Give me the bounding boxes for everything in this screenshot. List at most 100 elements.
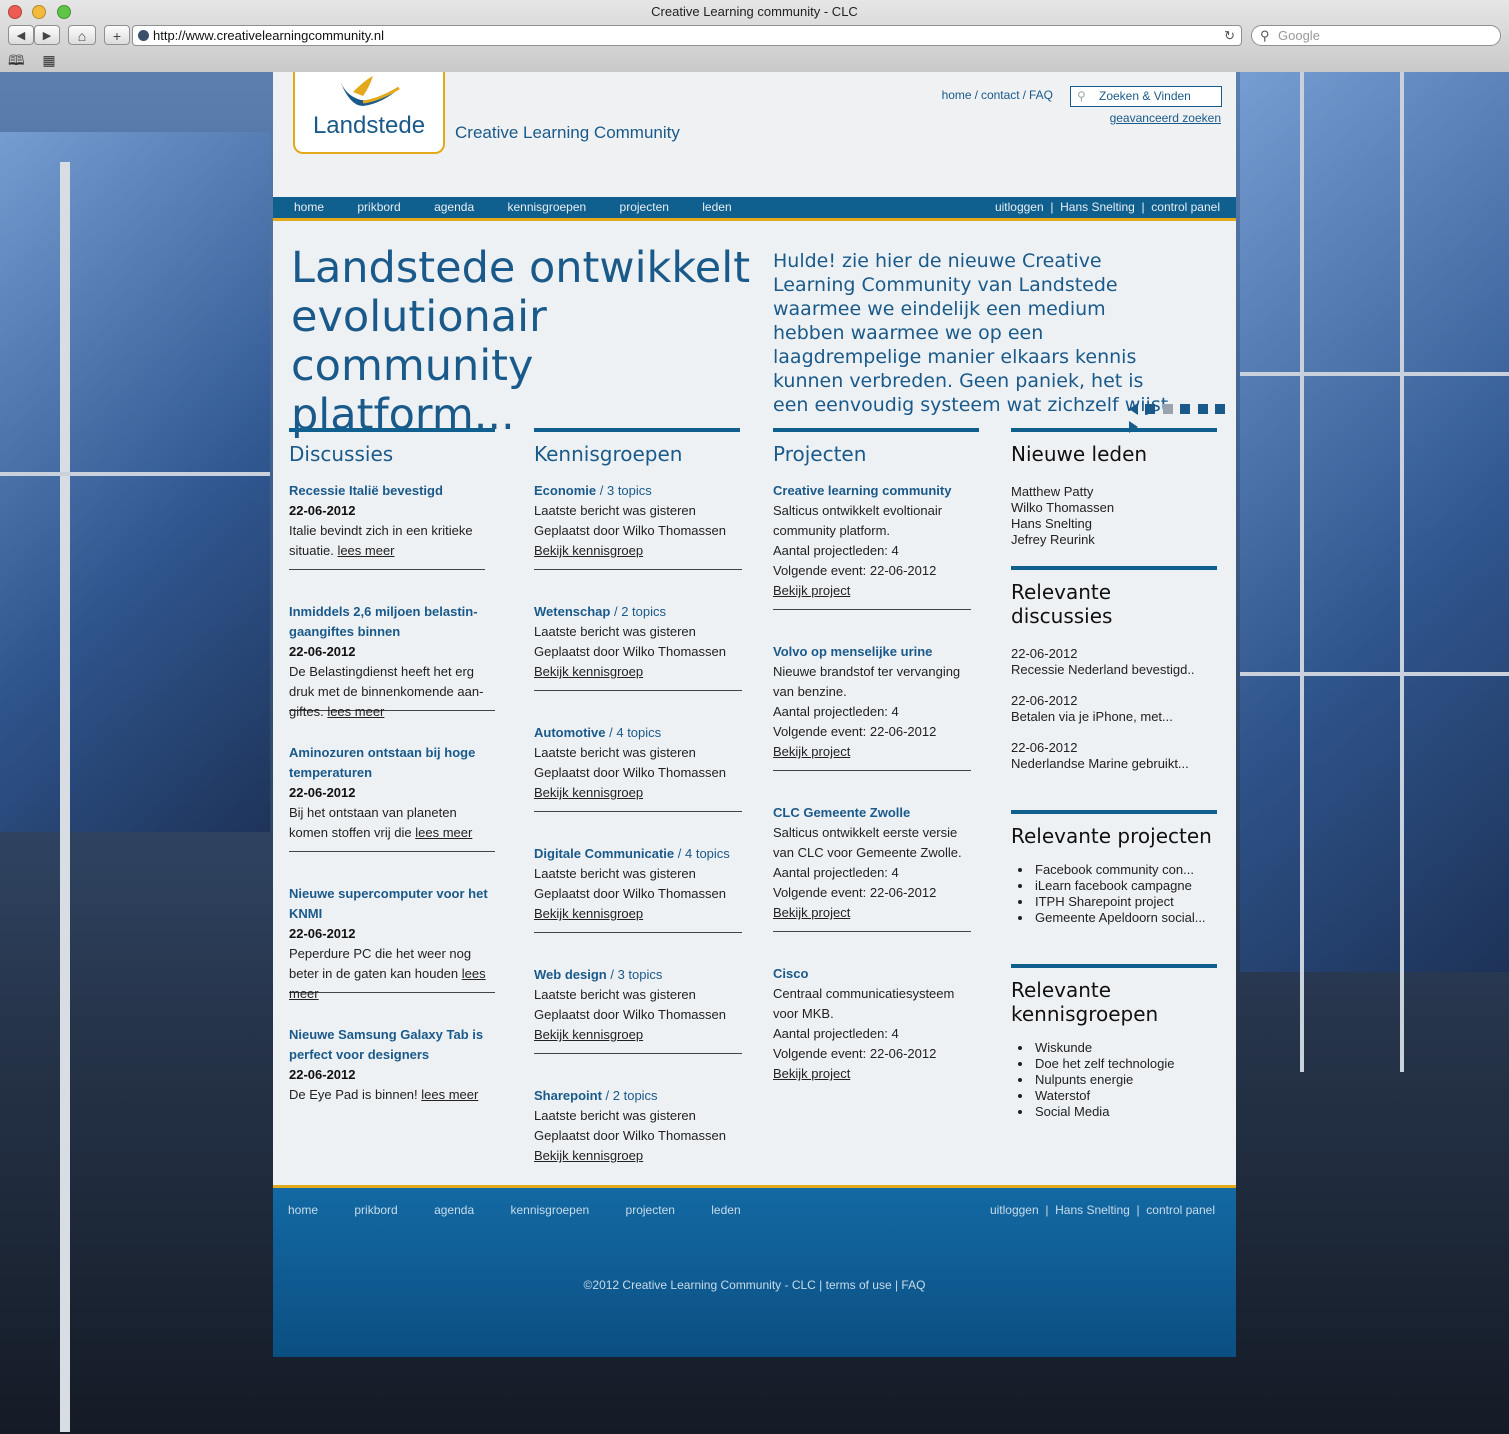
rel-group-item[interactable]: Wiskunde [1033,1040,1217,1056]
top-link-faq[interactable]: FAQ [1029,88,1053,102]
discussion-title[interactable]: Nieuwe supercomputer voor het KNMI [289,884,495,924]
site-search-input[interactable]: ⚲ Zoeken & Vinden [1070,86,1222,107]
rel-discussion-item[interactable]: 22-06-2012 Betalen via je iPhone, met... [1011,693,1217,725]
nav-prikbord[interactable]: prikbord [357,200,400,214]
address-bar[interactable]: http://www.creativelearningcommunity.nl … [132,25,1242,46]
project-members: Aantal projectleden: 4 [773,543,899,558]
discussion-title[interactable]: Inmiddels 2,6 miljoen belastin-gaangifte… [289,602,495,642]
top-sites-grid-icon[interactable]: ▦ [42,52,55,68]
view-group-link[interactable]: Bekijk kennisgroep [534,543,643,558]
member-name[interactable]: Matthew Patty [1011,484,1217,500]
read-more-link[interactable]: lees meer [327,704,384,719]
project-title[interactable]: CLC Gemeente Zwolle [773,803,979,823]
project-next-event: Volgende event: 22-06-2012 [773,724,937,739]
view-group-link[interactable]: Bekijk kennisgroep [534,906,643,921]
footer-nav-home[interactable]: home [288,1203,318,1217]
nav-kennisgroepen[interactable]: kennisgroepen [507,200,586,214]
view-project-link[interactable]: Bekijk project [773,744,850,759]
browser-search-input[interactable]: ⚲ Google [1251,25,1501,46]
project-title[interactable]: Creative learning community [773,481,979,501]
footer-logout[interactable]: uitloggen [990,1203,1039,1217]
member-name[interactable]: Jefrey Reurink [1011,532,1217,548]
read-more-link[interactable]: lees meer [337,543,394,558]
view-group-link[interactable]: Bekijk kennisgroep [534,664,643,679]
view-group-link[interactable]: Bekijk kennisgroep [534,1027,643,1042]
nav-control-panel[interactable]: control panel [1151,200,1220,214]
nav-logout[interactable]: uitloggen [995,200,1044,214]
footer-nav-leden[interactable]: leden [711,1203,740,1217]
group-item: Wetenschap / 2 topics Laatste bericht wa… [534,602,740,682]
carousel-dot[interactable] [1145,403,1156,414]
nav-user[interactable]: Hans Snelting [1060,200,1135,214]
reload-icon[interactable]: ↻ [1224,26,1235,45]
view-project-link[interactable]: Bekijk project [773,905,850,920]
view-project-link[interactable]: Bekijk project [773,1066,850,1081]
add-bookmark-button[interactable]: + [104,25,130,45]
group-title[interactable]: Economie [534,483,596,498]
footer-nav-prikbord[interactable]: prikbord [354,1203,397,1217]
discussion-title[interactable]: Aminozuren ontstaan bij hoge temperature… [289,743,495,783]
url-text: http://www.creativelearningcommunity.nl [153,28,384,43]
nav-agenda[interactable]: agenda [434,200,474,214]
top-link-contact[interactable]: contact [981,88,1020,102]
carousel-prev-icon[interactable] [1129,402,1138,415]
nav-home[interactable]: home [294,200,324,214]
carousel-dot[interactable] [1197,403,1208,414]
advanced-search-link[interactable]: geavanceerd zoeken [1110,111,1221,125]
rel-discussion-item[interactable]: 22-06-2012 Nederlandse Marine gebruikt..… [1011,740,1217,772]
discussion-title[interactable]: Recessie Italië bevestigd [289,481,495,501]
rel-group-item[interactable]: Nulpunts energie [1033,1072,1217,1088]
project-description: Centraal communicatiesysteem voor MKB. [773,986,955,1021]
top-link-home[interactable]: home [942,88,972,102]
footer-nav-agenda[interactable]: agenda [434,1203,474,1217]
rel-discussion-item[interactable]: 22-06-2012 Recessie Nederland bevestigd.… [1011,646,1217,678]
group-title[interactable]: Digitale Communicatie [534,846,674,861]
view-group-link[interactable]: Bekijk kennisgroep [534,785,643,800]
rel-group-item[interactable]: Waterstof [1033,1088,1217,1104]
rel-group-item[interactable]: Social Media [1033,1104,1217,1120]
back-button[interactable]: ◀ [8,25,34,45]
carousel-dot[interactable] [1215,403,1226,414]
rel-project-item[interactable]: Facebook community con... [1033,862,1217,878]
carousel-dot[interactable] [1180,403,1191,414]
separator [289,569,485,570]
home-button[interactable]: ⌂ [68,25,96,45]
group-title[interactable]: Automotive [534,725,606,740]
member-name[interactable]: Hans Snelting [1011,516,1217,532]
view-group-link[interactable]: Bekijk kennisgroep [534,1148,643,1163]
rel-discussion-title: Recessie Nederland bevestigd.. [1011,662,1195,677]
site-footer: home prikbord agenda kennisgroepen proje… [273,1185,1236,1357]
footer-nav-kennisgroepen[interactable]: kennisgroepen [510,1203,589,1217]
group-title[interactable]: Wetenschap [534,604,610,619]
project-next-event: Volgende event: 22-06-2012 [773,885,937,900]
column-divider [289,428,495,432]
group-title[interactable]: Web design [534,967,607,982]
project-list: Creative learning community Salticus ont… [773,481,979,1084]
view-project-link[interactable]: Bekijk project [773,583,850,598]
project-title[interactable]: Cisco [773,964,979,984]
project-title[interactable]: Volvo op menselijke urine [773,642,979,662]
member-name[interactable]: Wilko Thomassen [1011,500,1217,516]
rel-group-item[interactable]: Doe het zelf technologie [1033,1056,1217,1072]
nav-leden[interactable]: leden [702,200,731,214]
nav-projecten[interactable]: projecten [620,200,669,214]
new-members-list: Matthew Patty Wilko Thomassen Hans Snelt… [1011,484,1217,548]
footer-user[interactable]: Hans Snelting [1055,1203,1130,1217]
read-more-link[interactable]: lees meer [415,825,472,840]
rel-project-item[interactable]: Gemeente Apeldoorn social... [1033,910,1217,926]
carousel-dot-active[interactable] [1162,403,1173,414]
rel-groups-heading: Relevante kennisgroepen [1011,978,1159,1026]
rel-project-item[interactable]: iLearn facebook campagne [1033,878,1217,894]
discussion-title[interactable]: Nieuwe Samsung Galaxy Tab is perfect voo… [289,1025,495,1065]
bookmarks-icon[interactable]: 🕮 [8,52,25,68]
separator [773,770,971,771]
rel-project-item[interactable]: ITPH Sharepoint project [1033,894,1217,910]
read-more-link[interactable]: lees meer [421,1087,478,1102]
group-title[interactable]: Sharepoint [534,1088,602,1103]
footer-nav-projecten[interactable]: projecten [626,1203,675,1217]
forward-button[interactable]: ▶ [34,25,60,45]
landstede-logo[interactable]: Landstede [293,72,445,154]
logo-text: Landstede [312,112,426,139]
footer-control-panel[interactable]: control panel [1146,1203,1215,1217]
hero-text: Hulde! zie hier de nieuwe Creative Learn… [773,250,1175,416]
